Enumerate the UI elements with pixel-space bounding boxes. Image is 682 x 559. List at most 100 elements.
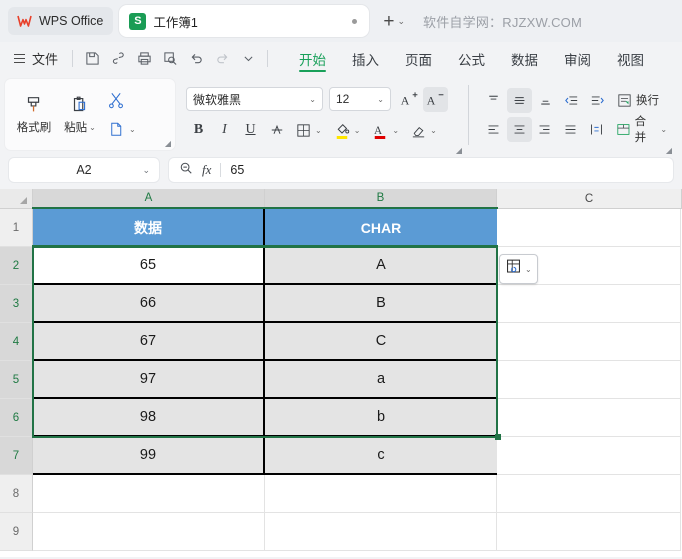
cell-A6[interactable]: 98 <box>33 399 265 437</box>
decrease-indent-icon[interactable] <box>559 88 584 113</box>
chevron-down-icon[interactable]: ⌄ <box>89 123 96 132</box>
tab-page[interactable]: 页面 <box>392 43 445 74</box>
share-link-icon[interactable] <box>105 47 131 71</box>
clipboard-dialog-launcher[interactable]: ◢ <box>165 140 171 148</box>
chevron-down-icon[interactable]: ⌄ <box>392 126 399 135</box>
cell-B4[interactable]: C <box>265 323 497 361</box>
file-menu-button[interactable]: 文件 <box>30 49 66 68</box>
cell-B9[interactable] <box>265 513 497 551</box>
copy-icon[interactable]: ⌄ <box>103 116 141 144</box>
column-header-c[interactable]: C <box>497 189 682 209</box>
tab-start[interactable]: 开始 <box>286 43 339 74</box>
row-header-2[interactable]: 2 <box>0 247 33 285</box>
zoom-formula-icon[interactable] <box>179 161 193 180</box>
chevron-down-icon[interactable]: ⌄ <box>309 95 316 104</box>
cell-C1[interactable] <box>497 209 681 247</box>
undo-icon[interactable] <box>183 47 209 71</box>
align-middle-icon[interactable] <box>507 87 532 113</box>
increase-indent-icon[interactable] <box>585 88 610 113</box>
cell-C3[interactable] <box>497 285 681 323</box>
row-header-3[interactable]: 3 <box>0 285 33 323</box>
cell-A2[interactable]: 65 <box>33 247 265 285</box>
chevron-down-icon[interactable]: ⌄ <box>129 125 136 134</box>
cell-A8[interactable] <box>33 475 265 513</box>
chevron-down-icon[interactable]: ⌄ <box>354 126 361 135</box>
decrease-font-size-button[interactable]: A <box>423 86 448 112</box>
new-tab-group[interactable]: + ⌄ <box>375 12 405 31</box>
chevron-down-icon[interactable]: ⌄ <box>397 16 405 27</box>
distribute-icon[interactable] <box>584 117 609 142</box>
align-bottom-icon[interactable] <box>533 88 558 113</box>
merge-cells-button[interactable]: 合并 ⌄ <box>610 116 672 144</box>
document-tab-workbook1[interactable]: S 工作簿1 <box>119 5 370 37</box>
cell-C4[interactable] <box>497 323 681 361</box>
print-preview-icon[interactable] <box>157 47 183 71</box>
cell-C8[interactable] <box>497 475 681 513</box>
spreadsheet-grid[interactable]: A B C 1 2 3 4 5 6 7 8 9 数据 CHAR 65 A 66 … <box>0 189 682 557</box>
column-header-b[interactable]: B <box>265 189 497 209</box>
paste-options-button[interactable]: ⌄ <box>499 254 538 284</box>
row-header-8[interactable]: 8 <box>0 475 33 513</box>
align-left-icon[interactable] <box>481 117 506 142</box>
cell-B5[interactable]: a <box>265 361 497 399</box>
cell-A3[interactable]: 66 <box>33 285 265 323</box>
column-header-a[interactable]: A <box>33 189 265 209</box>
font-color-icon[interactable]: A ⌄ <box>366 118 404 143</box>
menu-hamburger-icon[interactable] <box>6 53 30 64</box>
cell-C5[interactable] <box>497 361 681 399</box>
cell-A1[interactable]: 数据 <box>33 209 265 247</box>
tab-formula[interactable]: 公式 <box>445 43 498 74</box>
fill-color-icon[interactable]: ⌄ <box>328 118 366 143</box>
tab-review[interactable]: 审阅 <box>551 43 604 74</box>
row-header-1[interactable]: 1 <box>0 209 33 247</box>
select-all-corner[interactable] <box>0 189 33 209</box>
name-box[interactable]: A2 ⌄ <box>8 157 160 183</box>
formula-input-wrapper[interactable]: fx 65 <box>168 157 674 183</box>
chevron-down-icon[interactable]: ⌄ <box>430 126 437 135</box>
align-center-icon[interactable] <box>506 116 532 142</box>
cell-A7[interactable]: 99 <box>33 437 265 475</box>
cell-A4[interactable]: 67 <box>33 323 265 361</box>
customize-caret-icon[interactable] <box>235 47 261 71</box>
cell-A5[interactable]: 97 <box>33 361 265 399</box>
row-header-9[interactable]: 9 <box>0 513 33 551</box>
cell-B1[interactable]: CHAR <box>265 209 497 247</box>
cell-B3[interactable]: B <box>265 285 497 323</box>
align-top-icon[interactable] <box>481 88 506 113</box>
bold-button[interactable]: B <box>186 118 211 143</box>
tab-insert[interactable]: 插入 <box>339 43 392 74</box>
tab-view[interactable]: 视图 <box>604 43 657 74</box>
cut-icon[interactable] <box>103 86 128 114</box>
cell-B6[interactable]: b <box>265 399 497 437</box>
strikethrough-icon[interactable] <box>264 118 289 143</box>
row-header-5[interactable]: 5 <box>0 361 33 399</box>
cell-A9[interactable] <box>33 513 265 551</box>
selection-fill-handle[interactable] <box>495 434 501 440</box>
borders-icon[interactable]: ⌄ <box>290 118 327 143</box>
font-family-select[interactable]: 微软雅黑 ⌄ <box>186 87 323 111</box>
align-justify-icon[interactable] <box>558 117 583 142</box>
formula-value[interactable]: 65 <box>230 163 244 177</box>
wps-office-brand-button[interactable]: WPS Office <box>8 7 114 35</box>
cell-C9[interactable] <box>497 513 681 551</box>
tab-data[interactable]: 数据 <box>498 43 551 74</box>
format-painter-button[interactable]: 格式刷 <box>11 84 57 146</box>
italic-button[interactable]: I <box>212 118 237 143</box>
paste-button[interactable]: 粘贴 ⌄ <box>57 84 103 146</box>
cell-C7[interactable] <box>497 437 681 475</box>
align-right-icon[interactable] <box>533 117 558 142</box>
alignment-dialog-launcher[interactable]: ◢ <box>666 147 672 155</box>
font-dialog-launcher[interactable]: ◢ <box>456 147 462 155</box>
chevron-down-icon[interactable]: ⌄ <box>377 95 384 104</box>
increase-font-size-button[interactable]: A <box>397 87 422 112</box>
row-header-4[interactable]: 4 <box>0 323 33 361</box>
chevron-down-icon[interactable]: ⌄ <box>525 265 532 274</box>
cell-B7[interactable]: c <box>265 437 497 475</box>
row-header-6[interactable]: 6 <box>0 399 33 437</box>
chevron-down-icon[interactable]: ⌄ <box>315 126 322 135</box>
row-header-7[interactable]: 7 <box>0 437 33 475</box>
chevron-down-icon[interactable]: ⌄ <box>660 125 667 134</box>
chevron-down-icon[interactable]: ⌄ <box>142 165 150 176</box>
cell-B2[interactable]: A <box>265 247 497 285</box>
save-icon[interactable] <box>79 47 105 71</box>
